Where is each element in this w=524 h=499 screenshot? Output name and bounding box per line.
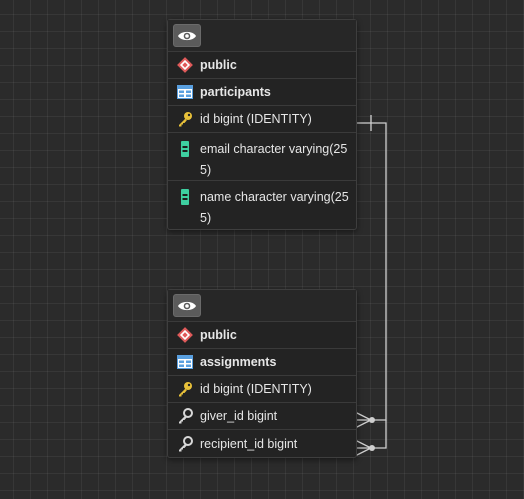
column-row[interactable]: giver_id bigint [168, 403, 356, 430]
table-header [168, 20, 356, 52]
column-label: giver_id bigint [200, 409, 278, 423]
schema-label: public [200, 58, 237, 72]
table-icon [176, 353, 194, 371]
table-name-row[interactable]: participants [168, 79, 356, 106]
column-label: name character varying(255) [200, 190, 349, 225]
column-row[interactable]: recipient_id bigint [168, 430, 356, 457]
table-icon [176, 83, 194, 101]
column-label: email character varying(255) [200, 142, 348, 177]
schema-row[interactable]: public [168, 52, 356, 79]
column-icon [176, 188, 194, 206]
eye-icon [178, 301, 196, 310]
table-header [168, 290, 356, 322]
table-name-label: assignments [200, 355, 277, 369]
table-card-participants[interactable]: public participants id bigint (IDENTITY)… [167, 19, 357, 230]
column-label: id bigint (IDENTITY) [200, 382, 312, 396]
relation-many-dot-giver [369, 417, 375, 423]
crows-foot-giver [354, 411, 373, 429]
relation-line-giver [355, 122, 387, 421]
visibility-toggle-button[interactable] [173, 294, 201, 317]
visibility-toggle-button[interactable] [173, 24, 201, 47]
key-icon [176, 110, 194, 128]
schema-icon [176, 326, 194, 344]
table-name-label: participants [200, 85, 271, 99]
column-label: id bigint (IDENTITY) [200, 112, 312, 126]
column-row[interactable]: id bigint (IDENTITY) [168, 376, 356, 403]
eye-icon [178, 31, 196, 40]
column-label: recipient_id bigint [200, 436, 298, 451]
foreign-key-icon [176, 407, 194, 425]
column-icon [176, 140, 194, 158]
table-card-assignments[interactable]: public assignments id bigint (IDENTITY) … [167, 289, 357, 458]
relation-many-dot-recipient [369, 445, 375, 451]
schema-icon [176, 56, 194, 74]
schema-label: public [200, 328, 237, 342]
column-row[interactable]: id bigint (IDENTITY) [168, 106, 356, 133]
schema-row[interactable]: public [168, 322, 356, 349]
crows-foot-recipient [354, 439, 373, 457]
column-row[interactable]: name character varying(255) [168, 181, 356, 229]
column-row[interactable]: email character varying(255) [168, 133, 356, 181]
relation-line-recipient [372, 420, 387, 449]
foreign-key-icon [176, 435, 194, 453]
table-name-row[interactable]: assignments [168, 349, 356, 376]
key-icon [176, 380, 194, 398]
